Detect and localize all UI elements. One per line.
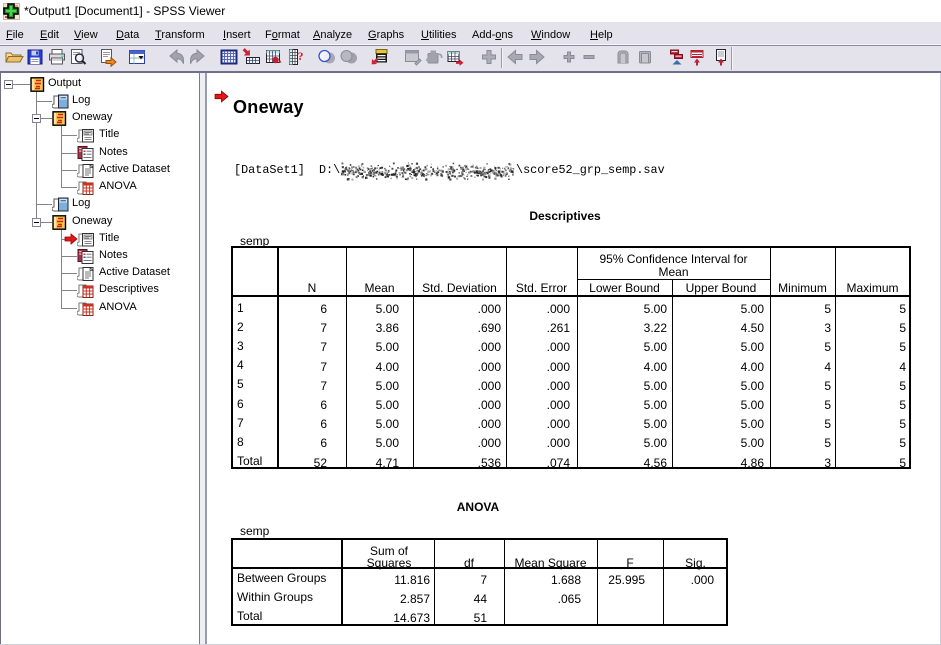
svg-text:?: ? [298,49,304,63]
